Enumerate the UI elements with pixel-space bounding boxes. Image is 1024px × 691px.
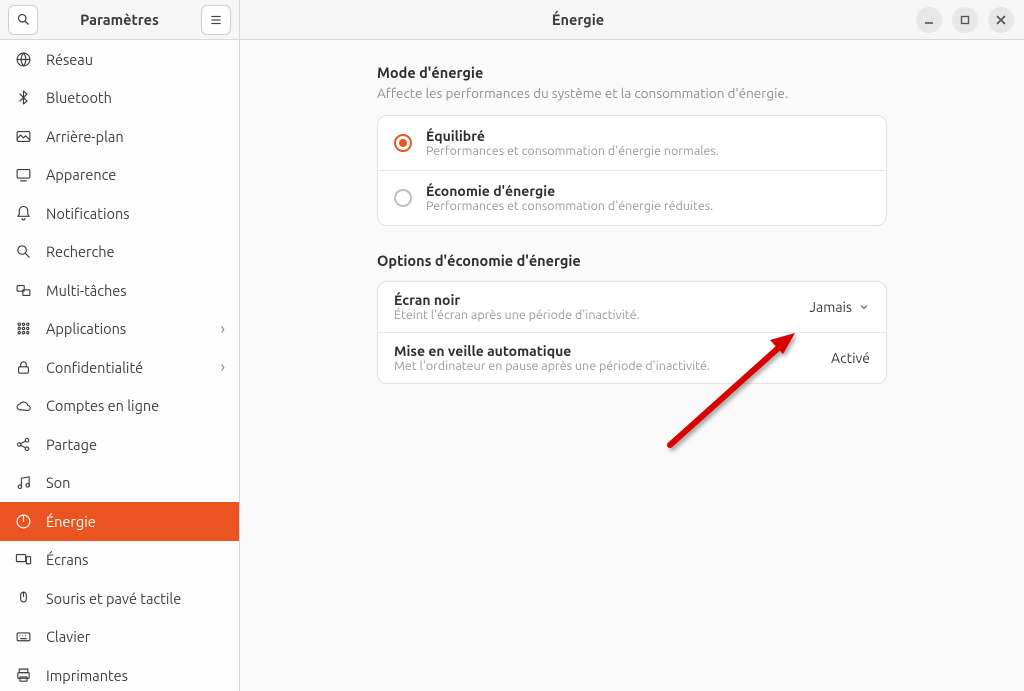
sidebar-item-label: Recherche <box>46 243 225 260</box>
sidebar-item-label: Imprimantes <box>46 667 225 684</box>
option-subtitle: Performances et consommation d'énergie r… <box>426 199 713 213</box>
sidebar-item-apps[interactable]: Applications › <box>0 310 239 349</box>
row-title: Écran noir <box>394 292 797 308</box>
lock-icon <box>14 358 32 376</box>
sidebar-item-label: Applications <box>46 320 207 337</box>
search-icon <box>14 243 32 261</box>
window-controls <box>916 7 1024 33</box>
row-value: Activé <box>831 350 870 366</box>
apps-icon <box>14 320 32 338</box>
row-value: Jamais <box>809 299 870 315</box>
globe-icon <box>14 50 32 68</box>
hamburger-button[interactable] <box>201 5 231 35</box>
sidebar-item-label: Clavier <box>46 628 225 645</box>
titlebar-left: Paramètres <box>0 0 240 39</box>
share-icon <box>14 435 32 453</box>
minimize-icon <box>924 15 934 25</box>
sidebar-item-bell[interactable]: Notifications <box>0 194 239 233</box>
option-title: Équilibré <box>426 128 719 144</box>
row-title: Mise en veille automatique <box>394 343 819 359</box>
section-mode-title: Mode d'énergie <box>377 64 887 81</box>
radio-button[interactable] <box>394 134 412 152</box>
sidebar-item-bluetooth[interactable]: Bluetooth <box>0 79 239 118</box>
sidebar-item-label: Comptes en ligne <box>46 397 225 414</box>
multi-icon <box>14 281 32 299</box>
saving-card: Écran noirÉteint l'écran après une pério… <box>377 281 887 384</box>
option-text: Économie d'énergiePerformances et consom… <box>426 183 713 213</box>
background-icon <box>14 127 32 145</box>
saving-row[interactable]: Mise en veille automatiqueMet l'ordinate… <box>378 332 886 383</box>
page-title: Énergie <box>240 11 916 28</box>
radio-button[interactable] <box>394 189 412 207</box>
power-icon <box>14 512 32 530</box>
sidebar-item-label: Multi-tâches <box>46 282 225 299</box>
row-subtitle: Met l'ordinateur en pause après une péri… <box>394 359 819 373</box>
hamburger-icon <box>209 13 223 27</box>
close-button[interactable] <box>988 7 1014 33</box>
sidebar-item-printer[interactable]: Imprimantes <box>0 656 239 691</box>
mouse-icon <box>14 589 32 607</box>
option-title: Économie d'énergie <box>426 183 713 199</box>
content-inner: Mode d'énergie Affecte les performances … <box>377 64 887 384</box>
search-button[interactable] <box>8 5 38 35</box>
screens-icon <box>14 551 32 569</box>
power-mode-option[interactable]: Économie d'énergiePerformances et consom… <box>378 170 886 225</box>
titlebar: Paramètres Énergie <box>0 0 1024 40</box>
saving-row[interactable]: Écran noirÉteint l'écran après une pério… <box>378 282 886 332</box>
close-icon <box>996 15 1006 25</box>
sidebar-item-cloud[interactable]: Comptes en ligne <box>0 387 239 426</box>
section-mode-subtitle: Affecte les performances du système et l… <box>377 85 887 101</box>
sidebar-item-mouse[interactable]: Souris et pavé tactile <box>0 579 239 618</box>
sidebar-item-music[interactable]: Son <box>0 464 239 503</box>
sidebar: Réseau Bluetooth Arrière-plan Apparence Noti… <box>0 40 240 691</box>
row-text: Mise en veille automatiqueMet l'ordinate… <box>394 343 819 373</box>
sidebar-item-search[interactable]: Recherche <box>0 233 239 272</box>
sidebar-item-power[interactable]: Énergie <box>0 502 239 541</box>
sidebar-item-multi[interactable]: Multi-tâches <box>0 271 239 310</box>
sidebar-item-label: Arrière-plan <box>46 128 225 145</box>
printer-icon <box>14 666 32 684</box>
sidebar-item-label: Partage <box>46 436 225 453</box>
option-text: ÉquilibréPerformances et consommation d'… <box>426 128 719 158</box>
content-pane: Mode d'énergie Affecte les performances … <box>240 40 1024 691</box>
sidebar-item-label: Son <box>46 474 225 491</box>
section-saving-title: Options d'économie d'énergie <box>377 252 887 269</box>
sidebar-item-label: Souris et pavé tactile <box>46 590 225 607</box>
sidebar-item-label: Notifications <box>46 205 225 222</box>
option-subtitle: Performances et consommation d'énergie n… <box>426 144 719 158</box>
sidebar-item-label: Énergie <box>46 513 225 530</box>
cloud-icon <box>14 397 32 415</box>
app-body: Réseau Bluetooth Arrière-plan Apparence Noti… <box>0 40 1024 691</box>
chevron-right-icon: › <box>221 320 226 338</box>
sidebar-item-keyboard[interactable]: Clavier <box>0 618 239 657</box>
sidebar-item-label: Confidentialité <box>46 359 207 376</box>
row-text: Écran noirÉteint l'écran après une pério… <box>394 292 797 322</box>
sidebar-item-globe[interactable]: Réseau <box>0 40 239 79</box>
sidebar-item-label: Apparence <box>46 166 225 183</box>
sidebar-item-background[interactable]: Arrière-plan <box>0 117 239 156</box>
appearance-icon <box>14 166 32 184</box>
sidebar-item-label: Bluetooth <box>46 89 225 106</box>
chevron-down-icon <box>858 301 870 313</box>
minimize-button[interactable] <box>916 7 942 33</box>
maximize-icon <box>960 15 970 25</box>
maximize-button[interactable] <box>952 7 978 33</box>
search-icon <box>16 12 31 27</box>
bluetooth-icon <box>14 89 32 107</box>
sidebar-item-lock[interactable]: Confidentialité › <box>0 348 239 387</box>
music-icon <box>14 474 32 492</box>
row-subtitle: Éteint l'écran après une période d'inact… <box>394 308 797 322</box>
sidebar-item-screens[interactable]: Écrans <box>0 541 239 580</box>
keyboard-icon <box>14 628 32 646</box>
sidebar-item-share[interactable]: Partage <box>0 425 239 464</box>
chevron-right-icon: › <box>221 358 226 376</box>
sidebar-item-label: Réseau <box>46 51 225 68</box>
sidebar-item-appearance[interactable]: Apparence <box>0 156 239 195</box>
power-mode-option[interactable]: ÉquilibréPerformances et consommation d'… <box>378 116 886 170</box>
mode-card: ÉquilibréPerformances et consommation d'… <box>377 115 887 226</box>
sidebar-item-label: Écrans <box>46 551 225 568</box>
app-title: Paramètres <box>44 11 195 28</box>
bell-icon <box>14 204 32 222</box>
